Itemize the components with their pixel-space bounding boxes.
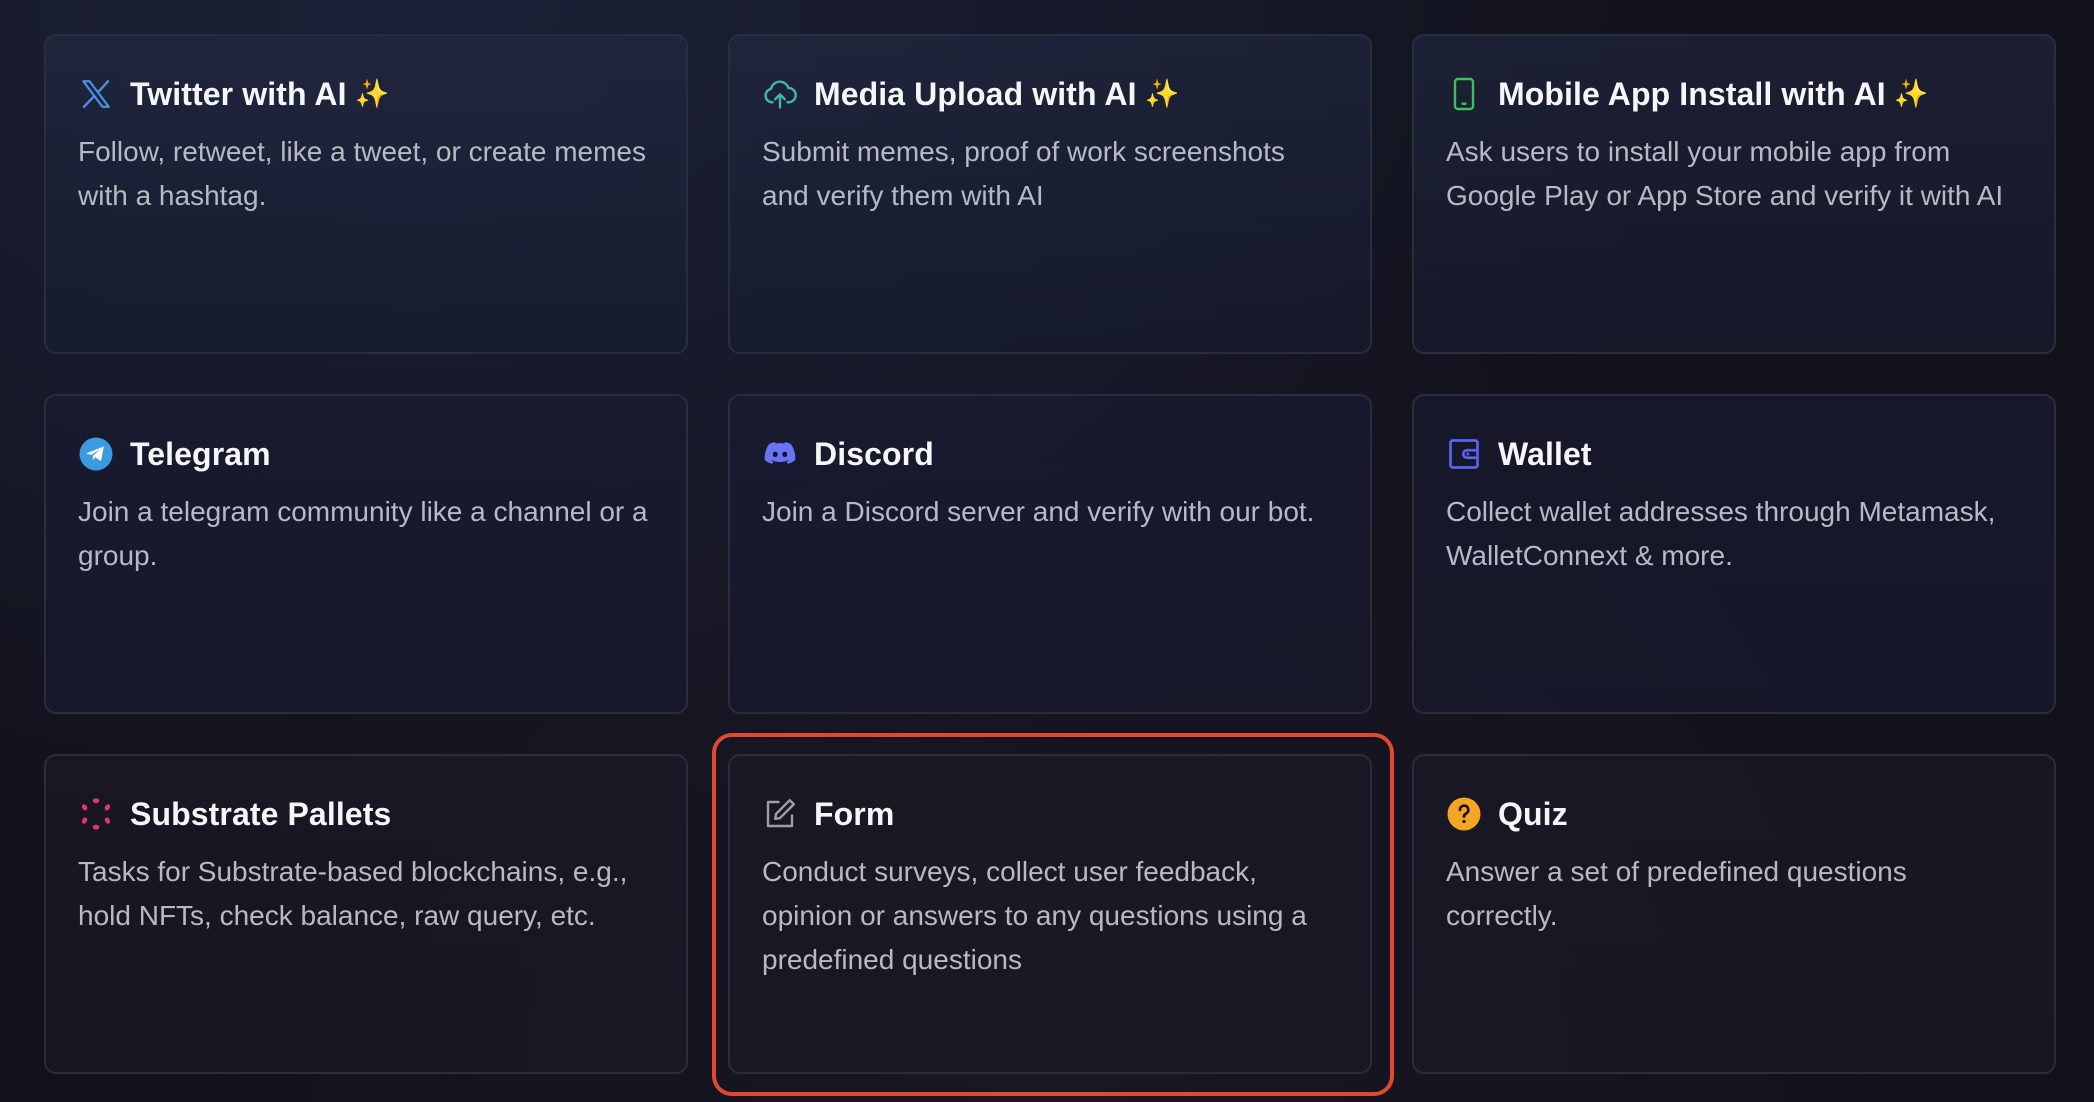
card-title: Form xyxy=(814,795,895,832)
card-media-upload-with-ai[interactable]: Media Upload with AI ✨ Submit memes, pro… xyxy=(728,34,1372,354)
card-title: Twitter with AI xyxy=(130,75,347,112)
sparkle-icon: ✨ xyxy=(1144,78,1180,109)
card-title: Quiz xyxy=(1498,795,1568,832)
cloud-upload-icon xyxy=(762,76,798,112)
card-title: Mobile App Install with AI xyxy=(1498,75,1886,112)
card-telegram[interactable]: Telegram Join a telegram community like … xyxy=(44,394,688,714)
card-description: Join a Discord server and verify with ou… xyxy=(762,496,1315,527)
card-twitter-with-ai[interactable]: Twitter with AI ✨ Follow, retweet, like … xyxy=(44,34,688,354)
card-title: Discord xyxy=(814,435,934,472)
polkadot-icon xyxy=(78,796,114,832)
card-substrate-pallets[interactable]: Substrate Pallets Tasks for Substrate-ba… xyxy=(44,754,688,1074)
card-description: Join a telegram community like a channel… xyxy=(78,496,648,571)
sparkle-icon: ✨ xyxy=(354,78,390,109)
card-title: Substrate Pallets xyxy=(130,795,392,832)
card-description: Answer a set of predefined questions cor… xyxy=(1446,856,1907,931)
card-form[interactable]: Form Conduct surveys, collect user feedb… xyxy=(728,754,1372,1074)
card-description: Submit memes, proof of work screenshots … xyxy=(762,136,1285,211)
discord-icon xyxy=(762,436,798,472)
card-description: Conduct surveys, collect user feedback, … xyxy=(762,856,1307,975)
sparkle-icon: ✨ xyxy=(1893,78,1929,109)
edit-form-icon xyxy=(762,796,798,832)
card-description: Follow, retweet, like a tweet, or create… xyxy=(78,136,646,211)
card-wallet[interactable]: Wallet Collect wallet addresses through … xyxy=(1412,394,2056,714)
wallet-icon xyxy=(1446,436,1482,472)
card-description: Ask users to install your mobile app fro… xyxy=(1446,136,2004,211)
card-description: Tasks for Substrate-based blockchains, e… xyxy=(78,856,628,931)
task-type-grid: Twitter with AI ✨ Follow, retweet, like … xyxy=(44,34,2056,1074)
card-quiz[interactable]: Quiz Answer a set of predefined question… xyxy=(1412,754,2056,1074)
question-circle-icon xyxy=(1446,796,1482,832)
card-title: Media Upload with AI xyxy=(814,75,1137,112)
card-title: Wallet xyxy=(1498,435,1592,472)
card-discord[interactable]: Discord Join a Discord server and verify… xyxy=(728,394,1372,714)
card-description: Collect wallet addresses through Metamas… xyxy=(1446,496,1996,571)
card-mobile-app-install-with-ai[interactable]: Mobile App Install with AI ✨ Ask users t… xyxy=(1412,34,2056,354)
mobile-phone-icon xyxy=(1446,76,1482,112)
x-logo-icon xyxy=(78,76,114,112)
telegram-icon xyxy=(78,436,114,472)
card-title: Telegram xyxy=(130,435,271,472)
